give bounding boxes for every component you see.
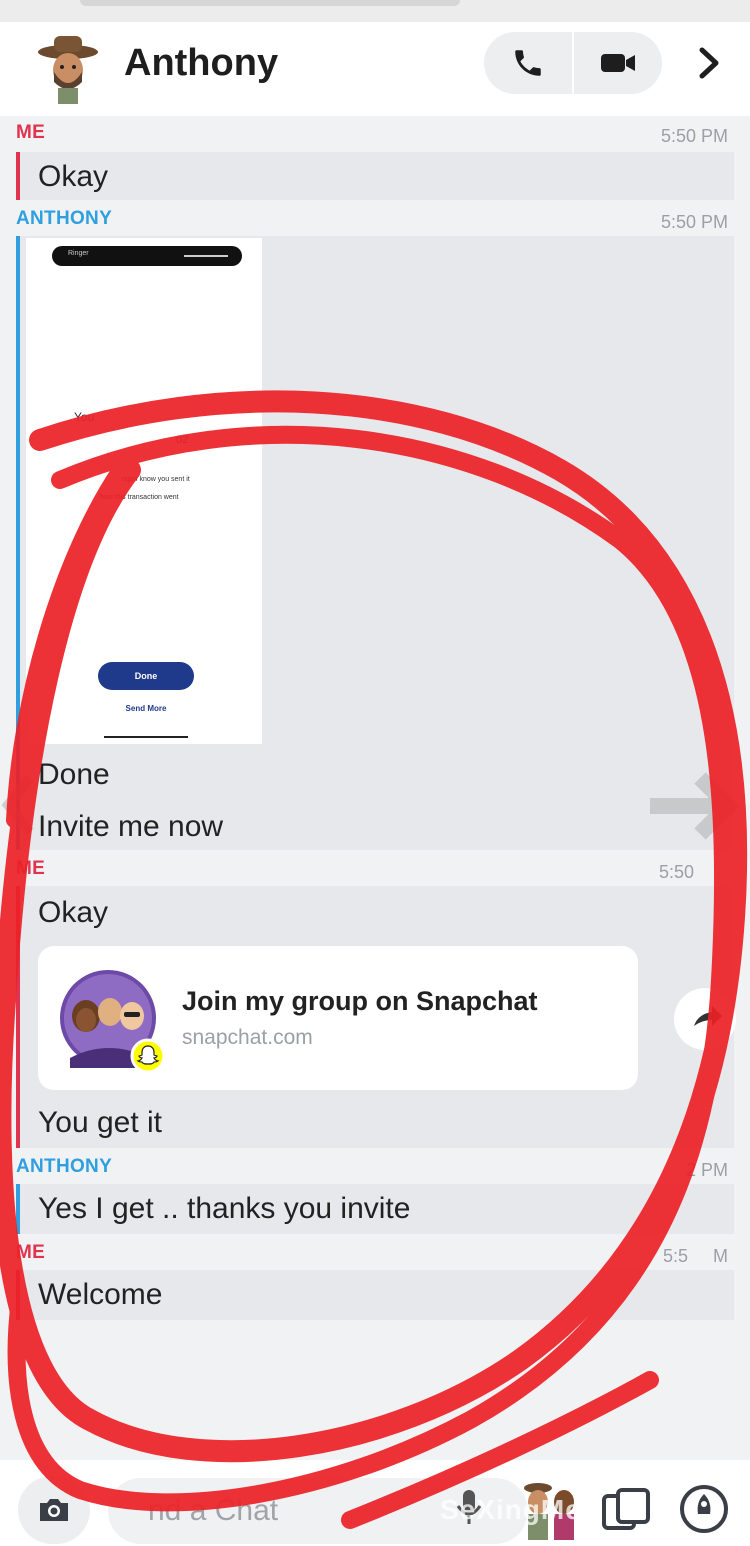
screenshot-done-button: Done xyxy=(98,662,194,690)
message-text: Welcome xyxy=(38,1278,163,1311)
cards-button[interactable] xyxy=(598,1482,654,1536)
chat-title: Anthony xyxy=(124,42,279,84)
screenshot-send-more: Send More xyxy=(125,704,167,713)
sender-label-anthony: ANTHONY xyxy=(16,1156,113,1177)
notch-label: Ringer xyxy=(68,250,89,257)
rocket-icon xyxy=(680,1485,728,1533)
message-time: 5:50 xyxy=(658,862,694,882)
sender-bar-me xyxy=(16,152,20,200)
chat-input-placeholder: nd a Chat xyxy=(148,1494,279,1527)
video-call-button[interactable] xyxy=(574,32,662,94)
sender-bar-anthony xyxy=(16,1184,20,1234)
message-text: Yes I get .. thanks you invite xyxy=(38,1192,411,1225)
camera-icon xyxy=(40,1499,68,1521)
chat-header: Anthony xyxy=(0,22,750,116)
screenshot-text: ogan know you sent it xyxy=(122,476,190,483)
bitmoji-avatar-icon[interactable] xyxy=(36,32,100,106)
chevron-right-icon xyxy=(699,47,719,79)
message-time: 5:5 xyxy=(662,1246,688,1266)
message-time: 2 PM xyxy=(685,1160,728,1180)
message-time: 5:50 PM xyxy=(660,126,728,146)
sender-label-me: ME xyxy=(16,122,46,143)
notch-line xyxy=(184,255,228,257)
sender-bar-me xyxy=(16,1270,20,1320)
sender-label-me: ME xyxy=(16,1242,46,1263)
next-arrow-icon[interactable] xyxy=(650,768,740,844)
share-arrow-icon xyxy=(694,1006,722,1026)
rocket-button[interactable] xyxy=(676,1480,732,1538)
message-bubble xyxy=(16,152,734,200)
message-time-tail: M xyxy=(713,1246,728,1266)
message-text: Invite me now xyxy=(38,810,224,843)
phone-icon xyxy=(515,50,541,76)
message-text: Okay xyxy=(38,896,109,929)
message-time: 5:50 PM xyxy=(660,212,728,232)
cards-icon xyxy=(602,1488,650,1530)
screenshot-text: 02 xyxy=(176,434,189,446)
watermark: SeXingMe xyxy=(440,1494,582,1525)
share-button[interactable] xyxy=(674,988,736,1050)
sender-bar-anthony xyxy=(16,236,20,850)
invite-title: Join my group on Snapchat xyxy=(182,986,538,1016)
status-strip xyxy=(0,0,750,22)
screenshot-text: how this transaction went xyxy=(100,494,179,501)
composer-bar: nd a Chat SeXingMe xyxy=(0,1460,750,1546)
message-text: You get it xyxy=(38,1106,162,1139)
call-button-group xyxy=(484,32,662,94)
screenshot-attachment[interactable]: Ringer You 02 ogan know you sent it how … xyxy=(26,238,262,744)
group-bitmoji-icon xyxy=(56,968,166,1074)
voice-call-button[interactable] xyxy=(484,32,572,94)
sender-label-anthony: ANTHONY xyxy=(16,208,113,229)
home-indicator xyxy=(104,736,188,738)
group-invite-card[interactable]: Join my group on Snapchat snapchat.com xyxy=(38,946,638,1090)
screenshot-text: You xyxy=(74,410,95,424)
video-camera-icon xyxy=(601,54,635,72)
sender-label-me: ME xyxy=(16,858,46,879)
prev-arrow-icon[interactable] xyxy=(0,770,40,840)
camera-button[interactable] xyxy=(18,1476,90,1544)
more-button[interactable] xyxy=(682,34,736,92)
url-pill xyxy=(80,0,460,6)
message-text: Done xyxy=(38,758,110,791)
invite-domain: snapchat.com xyxy=(182,1026,313,1049)
message-text: Okay xyxy=(38,160,109,193)
sender-bar-me xyxy=(16,886,20,1148)
